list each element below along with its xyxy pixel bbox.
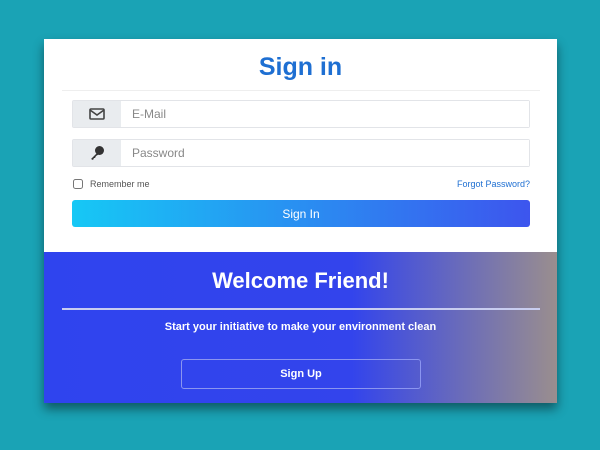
welcome-title: Welcome Friend! <box>212 268 389 293</box>
email-input[interactable] <box>121 101 529 127</box>
forgot-password-link[interactable]: Forgot Password? <box>457 179 530 189</box>
login-card: Sign in Remember me Forgot Password? Sig… <box>44 39 557 403</box>
welcome-panel: Welcome Friend! Start your initiative to… <box>44 252 557 403</box>
password-input[interactable] <box>121 140 529 166</box>
envelope-icon <box>73 101 121 127</box>
page-title: Sign in <box>258 53 343 81</box>
divider <box>62 90 540 91</box>
remember-label: Remember me <box>90 179 150 189</box>
remember-me[interactable]: Remember me <box>73 179 150 189</box>
sign-up-button[interactable]: Sign Up <box>181 359 421 389</box>
email-field[interactable] <box>72 100 530 128</box>
key-icon <box>73 140 121 166</box>
welcome-subtitle: Start your initiative to make your envir… <box>164 321 437 333</box>
password-field[interactable] <box>72 139 530 167</box>
remember-checkbox[interactable] <box>73 179 83 189</box>
sign-in-button[interactable]: Sign In <box>72 200 530 227</box>
divider <box>62 308 540 310</box>
